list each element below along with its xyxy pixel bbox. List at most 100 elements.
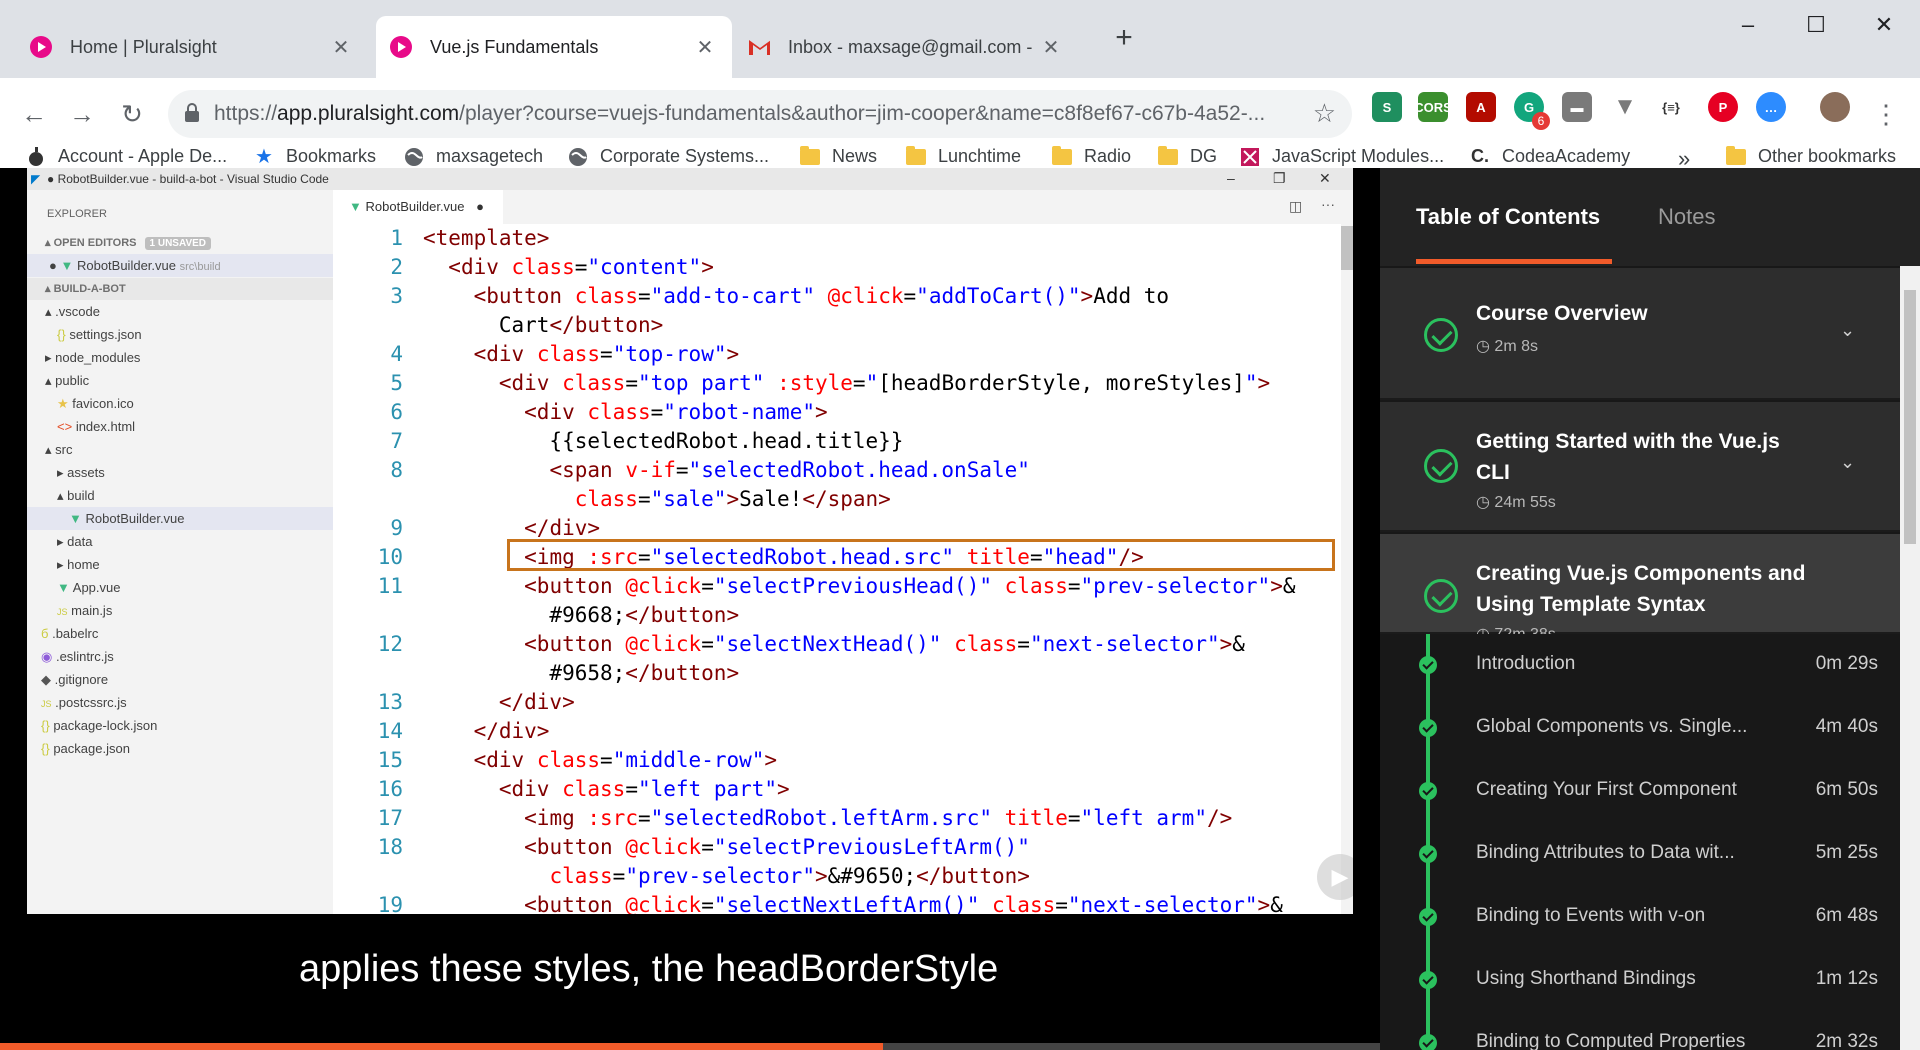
apple-icon: [26, 146, 46, 167]
vue-devtools-icon[interactable]: ▼: [1610, 92, 1640, 122]
clock-icon: ◷: [1476, 338, 1490, 355]
video-caption: applies these styles, the headBorderStyl…: [299, 948, 999, 990]
toc-tabs: Table of Contents Notes: [1380, 168, 1920, 266]
minimize-button[interactable]: –: [1720, 10, 1776, 40]
split-editor-icon: ◫: [1289, 198, 1303, 214]
menu-icon[interactable]: ⋮: [1866, 94, 1906, 134]
bookmark-item[interactable]: Corporate Systems...: [568, 146, 769, 167]
progress-fill: [0, 1043, 884, 1050]
bookmark-item[interactable]: ★ Bookmarks: [254, 146, 376, 168]
bookmark-item[interactable]: Account - Apple De...: [26, 146, 227, 167]
tab-title: Home | Pluralsight: [70, 36, 217, 57]
tab-title: Vue.js Fundamentals: [430, 36, 599, 57]
globe-icon: [404, 147, 424, 167]
check-icon: [1419, 908, 1437, 926]
url-text: https://app.pluralsight.com/player?cours…: [214, 102, 1266, 125]
chevron-down-icon[interactable]: ⌄: [1840, 452, 1855, 473]
clock-icon: ◷: [1476, 494, 1490, 511]
maximize-button[interactable]: ☐: [1788, 10, 1844, 40]
module-getting-started[interactable]: Getting Started with the Vue.js CLI ◷ 24…: [1380, 402, 1900, 532]
new-tab-button[interactable]: +: [1108, 22, 1140, 54]
active-tab-indicator: [1416, 259, 1612, 264]
json-extension-icon[interactable]: {≡}: [1656, 92, 1686, 122]
check-circle-icon: [1424, 318, 1458, 352]
clip-item[interactable]: Global Components vs. Single... 4m 40s: [1380, 697, 1900, 760]
bookmark-folder[interactable]: Radio: [1052, 145, 1131, 167]
tab-notes[interactable]: Notes: [1658, 204, 1715, 230]
avatar[interactable]: [1820, 92, 1850, 122]
module-creating-components[interactable]: Creating Vue.js Components and Using Tem…: [1380, 534, 1900, 643]
vscode-titlebar: ◤ ● RobotBuilder.vue - build-a-bot - Vis…: [27, 168, 1353, 190]
tab-title: Inbox - maxsage@gmail.com - G: [788, 36, 1036, 57]
clip-item[interactable]: Binding Attributes to Data wit... 5m 25s: [1380, 823, 1900, 886]
video-progress-bar[interactable]: [0, 1043, 1380, 1050]
folder-icon: [1052, 145, 1072, 167]
restore-icon: ❐: [1273, 170, 1286, 186]
check-circle-icon: [1424, 449, 1458, 483]
clip-list: Introduction 0m 29s Global Components vs.…: [1380, 634, 1900, 1050]
check-circle-icon: [1424, 579, 1458, 613]
bookmark-star-icon[interactable]: ☆: [1313, 98, 1336, 129]
pluralsight-icon: [390, 36, 412, 58]
vscode-explorer: EXPLORER ▴ OPEN EDITORS 1 UNSAVED ● ▼ Rob…: [27, 190, 333, 914]
check-icon: [1419, 1034, 1437, 1050]
clip-item[interactable]: Using Shorthand Bindings 1m 12s: [1380, 949, 1900, 1012]
chevron-down-icon[interactable]: ⌄: [1840, 320, 1855, 341]
reload-button[interactable]: ↻: [112, 94, 152, 134]
star-icon: ★: [255, 146, 273, 168]
project-section: ▴ BUILD-A-BOT: [27, 278, 333, 300]
close-icon[interactable]: ✕: [1036, 35, 1066, 60]
clip-item[interactable]: Introduction 0m 29s: [1380, 634, 1900, 697]
clip-item[interactable]: Binding to Computed Properties 2m 32s: [1380, 1012, 1900, 1050]
bookmark-folder[interactable]: Lunchtime: [906, 145, 1021, 167]
close-window-button[interactable]: ✕: [1856, 10, 1912, 40]
pluralsight-icon: [30, 36, 52, 58]
bookmark-folder[interactable]: News: [800, 145, 877, 167]
check-icon: [1419, 719, 1437, 737]
bookmark-folder[interactable]: DG: [1158, 145, 1217, 167]
clip-item[interactable]: Binding to Events with v-on 6m 48s: [1380, 886, 1900, 949]
toc-scrollbar[interactable]: [1900, 266, 1920, 1050]
browser-tab-gmail[interactable]: Inbox - maxsage@gmail.com - G ✕: [738, 16, 1078, 78]
other-bookmarks[interactable]: Other bookmarks: [1726, 145, 1896, 167]
pinterest-icon[interactable]: P: [1708, 92, 1738, 122]
back-button[interactable]: ←: [14, 94, 54, 134]
bookmark-item[interactable]: C. CodeaAcademy: [1470, 146, 1630, 167]
folder-icon: [1158, 145, 1178, 167]
folder-icon: [800, 145, 820, 167]
pdf-extension-icon[interactable]: A: [1466, 92, 1496, 122]
close-icon[interactable]: ✕: [690, 35, 720, 60]
close-icon[interactable]: ✕: [326, 35, 356, 60]
lock-icon: [184, 103, 200, 123]
comment-extension-icon[interactable]: ▬: [1562, 92, 1592, 122]
toc-sidebar: Table of Contents Notes Course Overview …: [1380, 168, 1920, 1050]
editor-scrollbar: [1341, 224, 1353, 914]
editor-tabs: ▼ RobotBuilder.vue ● ◫ ···: [333, 190, 1353, 224]
folder-icon: [1726, 145, 1746, 167]
extension-s-icon[interactable]: S: [1372, 92, 1402, 122]
module-course-overview[interactable]: Course Overview ◷ 2m 8s ⌄: [1380, 268, 1900, 400]
check-icon: [1419, 845, 1437, 863]
video-frame-vscode: ◤ ● RobotBuilder.vue - build-a-bot - Vis…: [27, 168, 1353, 914]
extension-badge: 6: [1532, 112, 1550, 130]
forward-button[interactable]: →: [62, 94, 102, 134]
browser-tab-home[interactable]: Home | Pluralsight ✕: [0, 16, 368, 78]
minimize-icon: –: [1227, 170, 1235, 186]
clip-item[interactable]: Creating Your First Component 6m 50s: [1380, 760, 1900, 823]
address-bar[interactable]: https://app.pluralsight.com/player?cours…: [168, 90, 1352, 138]
browser-tab-vuejs[interactable]: Vue.js Fundamentals ✕: [376, 16, 732, 78]
messenger-icon[interactable]: …: [1756, 92, 1786, 122]
close-icon: ✕: [1319, 170, 1331, 186]
codecademy-icon: C.: [1471, 146, 1489, 166]
globe-icon: [568, 147, 588, 167]
video-player[interactable]: ◤ ● RobotBuilder.vue - build-a-bot - Vis…: [0, 168, 1380, 1050]
highlight-box: [507, 539, 1335, 571]
open-editor-item: ● ▼ RobotBuilder.vue src\build: [27, 254, 333, 277]
tab-table-of-contents[interactable]: Table of Contents: [1416, 204, 1600, 230]
editor-tab: ▼ RobotBuilder.vue ●: [333, 190, 503, 224]
vscode-icon: ◤: [31, 172, 41, 186]
more-actions-icon: ···: [1321, 196, 1335, 212]
cors-extension-icon[interactable]: CORS: [1414, 92, 1452, 122]
bookmark-item[interactable]: maxsagetech: [404, 146, 543, 167]
bookmark-item[interactable]: JavaScript Modules...: [1240, 146, 1444, 167]
